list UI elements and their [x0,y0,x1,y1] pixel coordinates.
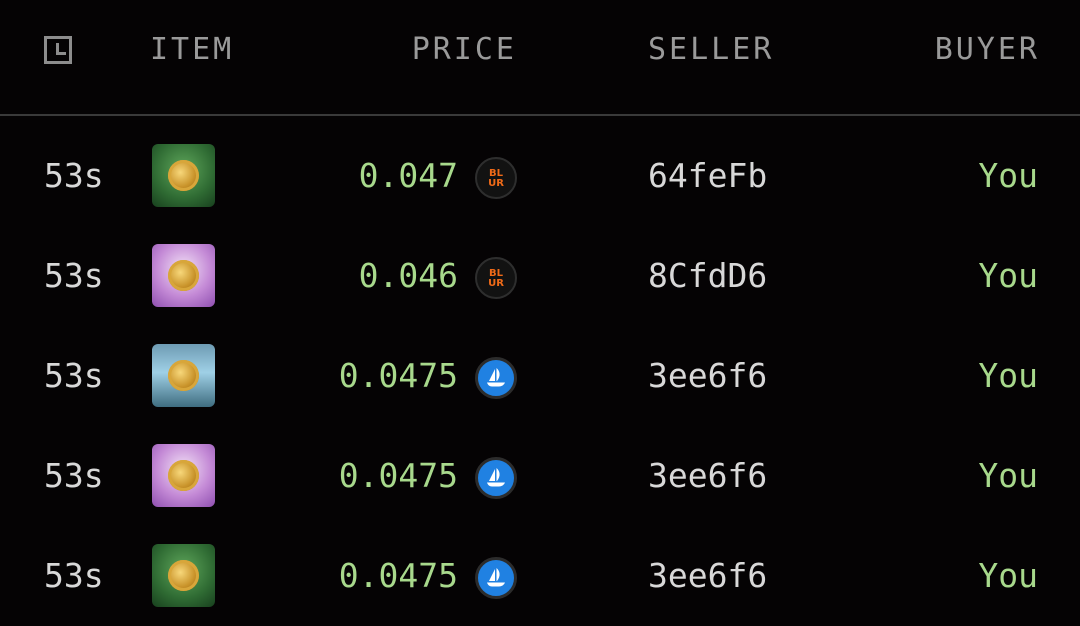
item-thumbnail[interactable] [152,244,215,307]
coin-artwork [168,360,199,391]
opensea-icon[interactable] [475,357,517,399]
seller-address[interactable]: 64feFb [648,156,767,196]
coin-artwork [168,460,199,491]
sale-time: 53s [44,456,104,495]
seller-address[interactable]: 8CfdD6 [648,256,767,296]
column-header-item[interactable]: ITEM [150,30,234,70]
coin-artwork [168,260,199,291]
coin-artwork [168,160,199,191]
sale-time: 53s [44,156,104,195]
buyer-address[interactable]: You [978,556,1038,596]
table-row[interactable]: 53s 0.0475 3ee6f6 You [0,526,1080,626]
sale-time: 53s [44,556,104,595]
sale-price: 0.0475 [338,356,458,395]
clock-icon[interactable] [44,36,72,64]
blur-icon[interactable]: BL UR [475,157,517,199]
buyer-address[interactable]: You [978,456,1038,496]
coin-artwork [168,560,199,591]
sale-time: 53s [44,356,104,395]
item-thumbnail[interactable] [152,544,215,607]
table-row[interactable]: 53s 0.047 BL UR 64feFb You [0,126,1080,226]
column-header-buyer[interactable]: BUYER [935,30,1040,70]
blur-icon[interactable]: BL UR [475,257,517,299]
column-header-price[interactable]: PRICE [412,30,517,70]
item-thumbnail[interactable] [152,444,215,507]
opensea-icon[interactable] [475,557,517,599]
sale-time: 53s [44,256,104,295]
table-row[interactable]: 53s 0.0475 3ee6f6 You [0,426,1080,526]
table-row[interactable]: 53s 0.046 BL UR 8CfdD6 You [0,226,1080,326]
seller-address[interactable]: 3ee6f6 [648,356,767,396]
sale-price: 0.047 [358,156,458,195]
table-header: ITEM PRICE SELLER BUYER [0,0,1080,116]
item-thumbnail[interactable] [152,344,215,407]
sale-price: 0.0475 [338,456,458,495]
seller-address[interactable]: 3ee6f6 [648,556,767,596]
sale-price: 0.046 [358,256,458,295]
buyer-address[interactable]: You [978,256,1038,296]
column-header-seller[interactable]: SELLER [648,30,774,70]
sale-price: 0.0475 [338,556,458,595]
buyer-address[interactable]: You [978,156,1038,196]
buyer-address[interactable]: You [978,356,1038,396]
table-row[interactable]: 53s 0.0475 3ee6f6 You [0,326,1080,426]
item-thumbnail[interactable] [152,144,215,207]
seller-address[interactable]: 3ee6f6 [648,456,767,496]
opensea-icon[interactable] [475,457,517,499]
